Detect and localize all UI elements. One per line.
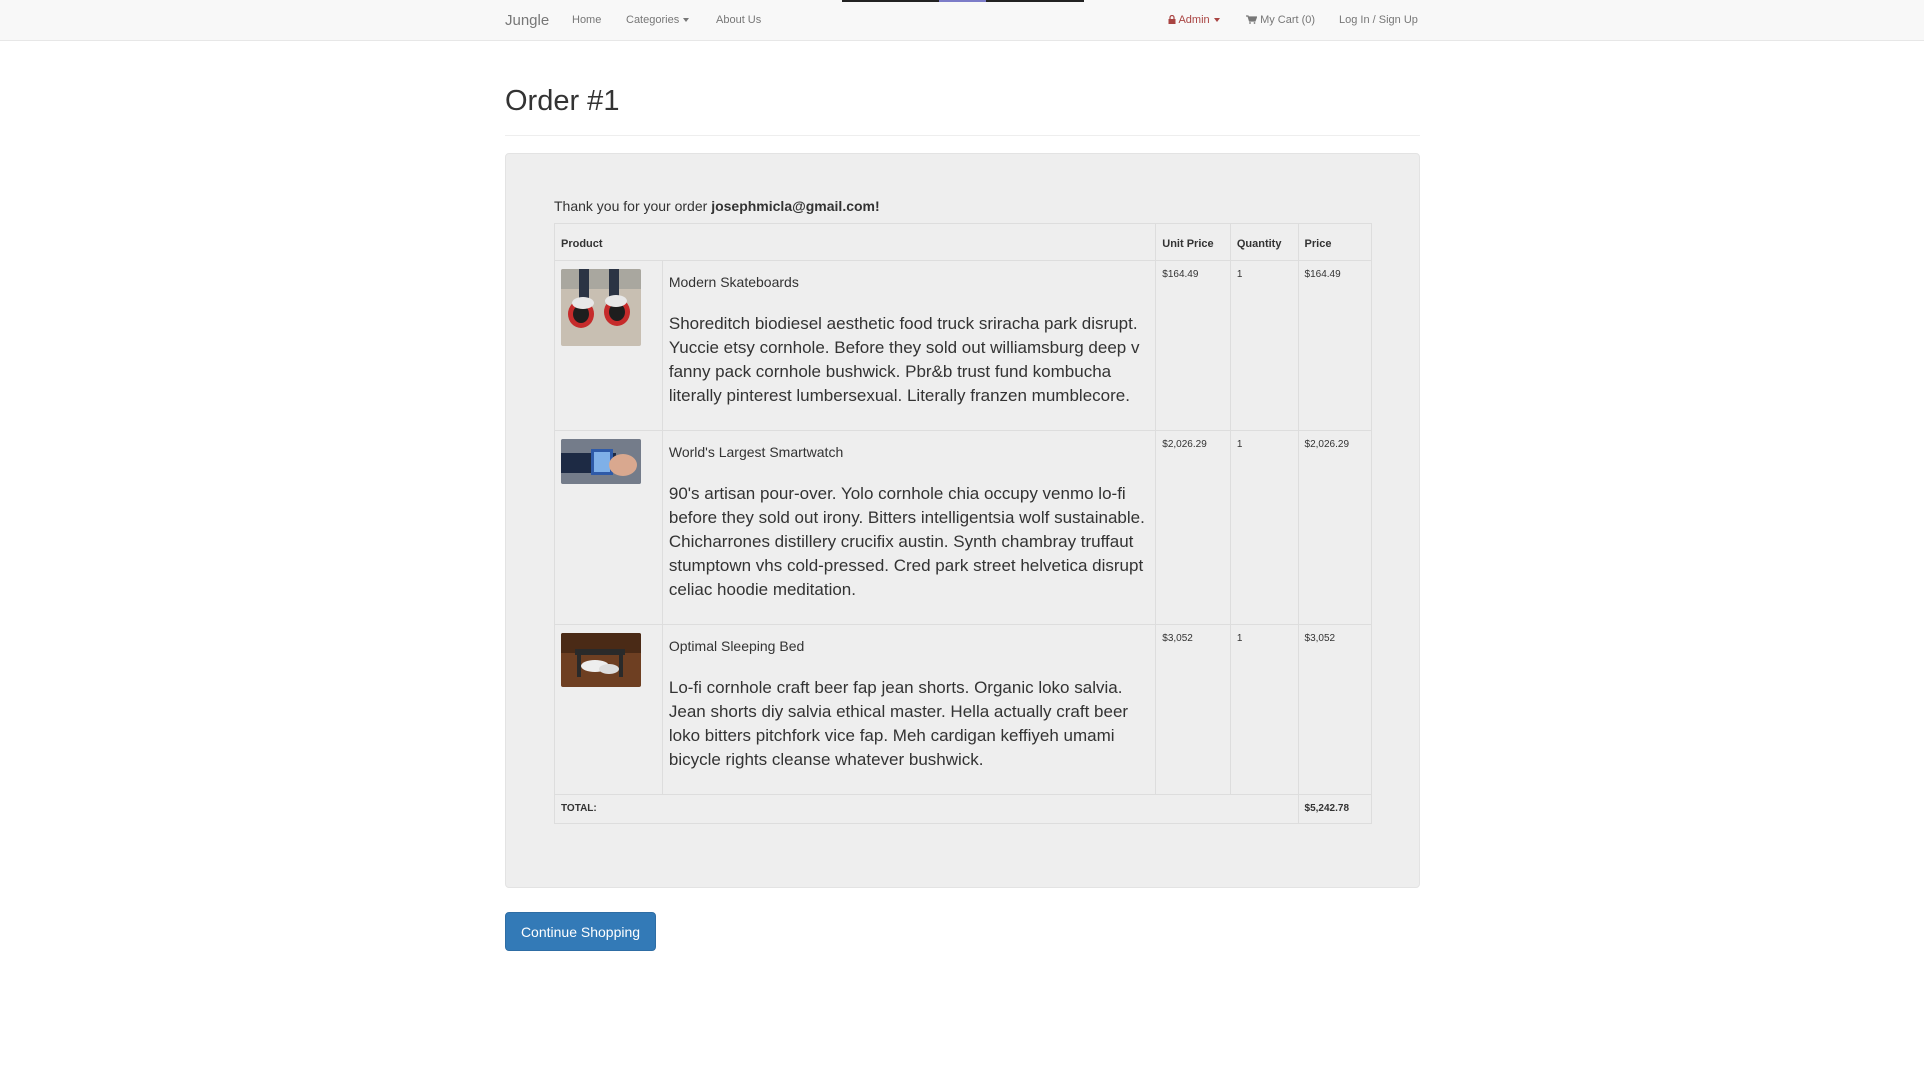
nav-home[interactable]: Home xyxy=(572,14,601,26)
product-name: Modern Skateboards xyxy=(668,274,799,290)
total-value: $5,242.78 xyxy=(1297,794,1373,824)
product-info-cell: Modern Skateboards Shoreditch biodiesel … xyxy=(661,260,1157,431)
line-price: $164.49 xyxy=(1297,260,1373,431)
product-image-cell xyxy=(554,430,663,625)
product-description: Lo-fi cornhole craft beer fap jean short… xyxy=(668,678,1129,769)
order-table: Product Unit Price Quantity Price Modern… xyxy=(553,223,1373,824)
product-description: Shoreditch biodiesel aesthetic food truc… xyxy=(668,314,1140,405)
product-image-cell xyxy=(554,624,663,795)
line-price: $3,052 xyxy=(1297,624,1373,795)
smartwatch-image xyxy=(561,439,641,484)
unit-price: $2,026.29 xyxy=(1155,430,1231,625)
customer-email: josephmicla@gmail.com xyxy=(711,198,875,214)
skateboard-image xyxy=(561,269,641,346)
unit-price: $164.49 xyxy=(1155,260,1231,431)
chevron-down-icon xyxy=(683,18,690,23)
header-unit-price: Unit Price xyxy=(1155,223,1231,261)
product-name: World's Largest Smartwatch xyxy=(668,444,844,460)
product-description: 90's artisan pour-over. Yolo cornhole ch… xyxy=(668,484,1145,599)
nav-admin-label: Admin xyxy=(1178,14,1210,26)
thank-you-message: Thank you for your order josephmicla@gma… xyxy=(554,198,880,214)
quantity: 1 xyxy=(1229,624,1299,795)
header-quantity: Quantity xyxy=(1229,223,1299,261)
page-title: Order #1 xyxy=(505,85,620,117)
thank-you-text: Thank you for your order xyxy=(554,198,712,214)
nav-login[interactable]: Log In / Sign Up xyxy=(1339,14,1418,26)
nav-cart-label: My Cart (0) xyxy=(1260,14,1316,26)
quantity: 1 xyxy=(1229,430,1299,625)
table-row: Modern Skateboards Shoreditch biodiesel … xyxy=(554,260,1373,431)
nav-cart[interactable]: My Cart (0) xyxy=(1246,14,1315,26)
navbar: Jungle Home Categories About Us Admin My… xyxy=(0,0,1924,41)
nav-categories-label: Categories xyxy=(626,14,680,26)
cart-icon xyxy=(1246,15,1258,24)
nav-categories-dropdown[interactable]: Categories xyxy=(626,14,690,26)
total-row: TOTAL: $5,242.78 xyxy=(554,794,1373,824)
sleeping-bed-image xyxy=(561,633,641,687)
product-info-cell: World's Largest Smartwatch 90's artisan … xyxy=(661,430,1157,625)
nav-admin-dropdown[interactable]: Admin xyxy=(1168,14,1220,26)
chevron-down-icon xyxy=(1213,18,1220,23)
table-row: Optimal Sleeping Bed Lo-fi cornhole craf… xyxy=(554,624,1373,795)
continue-shopping-button[interactable]: Continue Shopping xyxy=(505,912,656,951)
header-product: Product xyxy=(553,223,1157,261)
lock-icon xyxy=(1168,14,1176,24)
line-price: $2,026.29 xyxy=(1297,430,1373,625)
table-row: World's Largest Smartwatch 90's artisan … xyxy=(554,430,1373,625)
nav-about[interactable]: About Us xyxy=(716,14,761,26)
total-label: TOTAL: xyxy=(554,794,1299,824)
brand-link[interactable]: Jungle xyxy=(505,12,549,29)
header-price: Price xyxy=(1297,223,1373,261)
product-name: Optimal Sleeping Bed xyxy=(668,638,805,654)
product-image-cell xyxy=(554,260,663,431)
quantity: 1 xyxy=(1229,260,1299,431)
product-info-cell: Optimal Sleeping Bed Lo-fi cornhole craf… xyxy=(661,624,1157,795)
table-header-row: Product Unit Price Quantity Price xyxy=(553,223,1373,261)
order-summary-panel: Thank you for your order josephmicla@gma… xyxy=(505,153,1420,888)
unit-price: $3,052 xyxy=(1155,624,1231,795)
thank-you-suffix: ! xyxy=(875,198,880,214)
title-divider xyxy=(505,135,1420,136)
